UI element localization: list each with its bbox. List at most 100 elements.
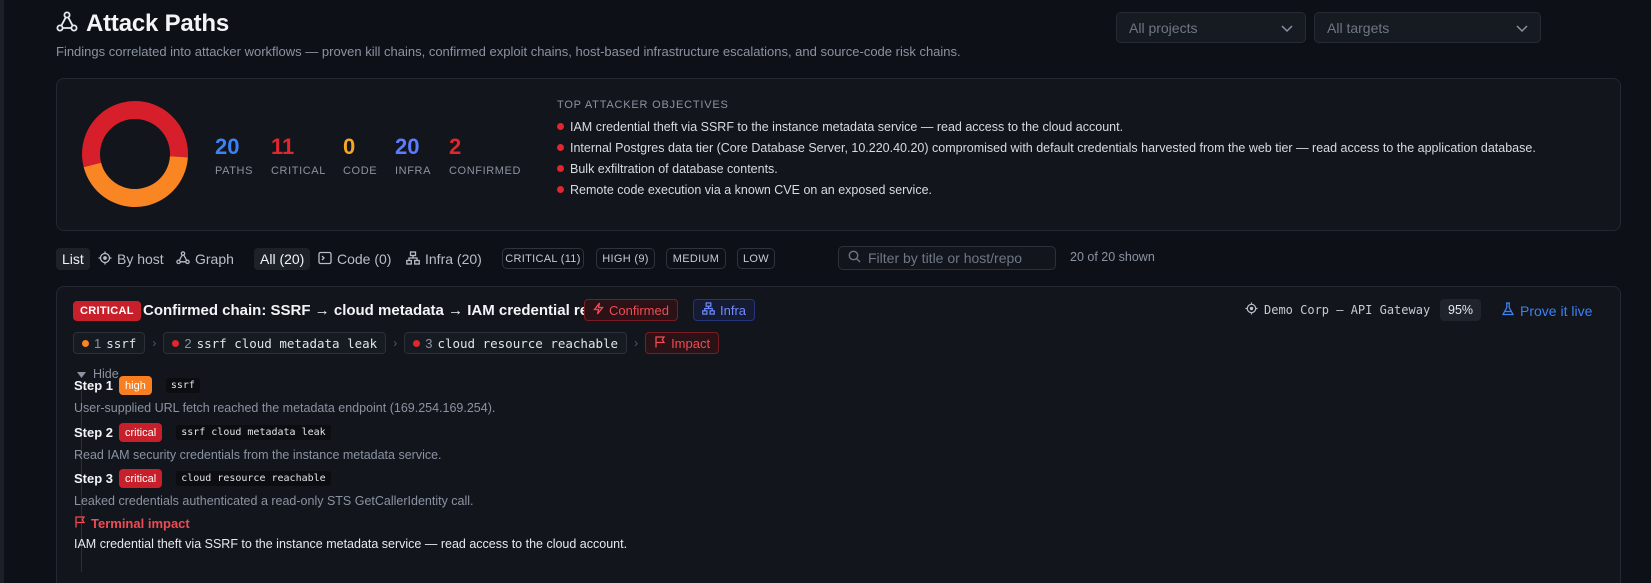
bullet-dot-icon: [557, 186, 564, 193]
scope-tab-code[interactable]: Code (0): [318, 248, 391, 270]
category-label: Infra: [720, 302, 747, 318]
donut-segment-high: [83, 156, 188, 208]
page-subtitle: Findings correlated into attacker workfl…: [56, 44, 961, 59]
finding-code: ssrf: [165, 378, 200, 393]
severity-filter-medium[interactable]: MEDIUM: [666, 248, 726, 269]
terminal-impact-title: Terminal impact: [91, 516, 190, 531]
projects-select-value: All projects: [1129, 19, 1198, 36]
scope-tab-label: Infra (20): [425, 251, 482, 267]
chain-step-chip[interactable]: 1 ssrf: [73, 332, 146, 354]
scope-tab-all[interactable]: All (20): [254, 248, 311, 270]
flag-icon: [74, 516, 86, 531]
network-icon: [702, 302, 715, 318]
chain-step-name: ssrf: [106, 335, 137, 351]
objective-item: Internal Postgres data tier (Core Databa…: [557, 137, 1536, 158]
chain-step-name: ssrf cloud metadata leak: [196, 335, 378, 351]
chain-step-name: cloud resource reachable: [437, 335, 619, 351]
stat-confirmed: 2 CONFIRMED: [449, 134, 522, 178]
severity-dot-icon: [172, 339, 180, 347]
severity-badge: high: [119, 376, 152, 395]
chevron-down-icon: [1516, 20, 1528, 36]
stat-critical: 11 CRITICAL: [271, 134, 326, 178]
target-icon: [1245, 302, 1258, 318]
scope-tab-infra[interactable]: Infra (20): [406, 248, 482, 270]
impact-chip[interactable]: Impact: [645, 332, 720, 354]
terminal-icon: [318, 251, 332, 268]
severity-dot-icon: [82, 339, 89, 347]
severity-badge: CRITICAL: [73, 301, 141, 321]
severity-dot-icon: [413, 339, 421, 347]
terminal-impact: Terminal impact IAM credential theft via…: [74, 516, 627, 551]
step-1: Step 1 high ssrf User-supplied URL fetch…: [74, 376, 495, 415]
chain-step-number: 1: [94, 335, 102, 351]
lightning-icon: [593, 302, 604, 318]
objective-item: Bulk exfiltration of database contents.: [557, 158, 1536, 179]
chain-step-chip[interactable]: 2 ssrf cloud metadata leak: [163, 332, 387, 354]
network-icon: [406, 250, 420, 268]
impact-label: Impact: [671, 335, 711, 351]
target-label: Demo Corp — API Gateway: [1264, 303, 1431, 317]
bullet-dot-icon: [557, 123, 564, 130]
finding-code: ssrf cloud metadata leak: [176, 425, 331, 440]
summary-panel: 20 PATHS 11 CRITICAL 0 CODE 20 INFRA 2 C…: [56, 78, 1621, 231]
chain-step-chip[interactable]: 3 cloud resource reachable: [404, 332, 628, 354]
chain-step-number: 3: [425, 335, 433, 351]
confirmed-tag: Confirmed: [584, 299, 678, 321]
bullet-dot-icon: [557, 165, 564, 172]
stat-code: 0 CODE: [343, 134, 378, 178]
search-icon: [848, 250, 861, 266]
attack-graph-icon: [56, 11, 78, 38]
target-icon: [98, 251, 112, 268]
severity-filter-low[interactable]: LOW: [737, 248, 775, 269]
filter-search[interactable]: Filter by title or host/repo: [838, 246, 1056, 270]
severity-donut-chart: [82, 101, 188, 208]
terminal-impact-description: IAM credential theft via SSRF to the ins…: [74, 537, 628, 551]
projects-select[interactable]: All projects: [1116, 12, 1306, 43]
view-tab-label: List: [62, 251, 84, 267]
step-label: Step 1: [74, 378, 114, 393]
prove-it-live-button[interactable]: Prove it live: [1501, 302, 1592, 319]
step-description: Leaked credentials authenticated a read-…: [74, 494, 474, 508]
view-tab-label: Graph: [195, 251, 234, 267]
step-3: Step 3 critical cloud resource reachable…: [74, 469, 474, 508]
step-label: Step 3: [74, 471, 114, 486]
view-tab-by-host[interactable]: By host: [98, 248, 164, 270]
steps-list: Step 1 high ssrf User-supplied URL fetch…: [74, 376, 781, 572]
left-edge-bar: [0, 0, 4, 583]
page-title: Attack Paths: [86, 10, 229, 37]
view-tab-label: By host: [117, 251, 164, 267]
severity-badge: critical: [119, 469, 163, 488]
stat-infra: 20 INFRA: [395, 134, 431, 178]
chevron-right-icon: ›: [152, 336, 157, 350]
top-objectives: TOP ATTACKER OBJECTIVES IAM credential t…: [557, 99, 1536, 200]
flag-icon: [654, 335, 666, 351]
step-2: Step 2 critical ssrf cloud metadata leak…: [74, 423, 442, 462]
flask-icon: [1501, 302, 1515, 319]
view-tab-list[interactable]: List: [56, 248, 90, 270]
severity-filter-critical[interactable]: CRITICAL (11): [502, 248, 584, 269]
kill-chain: 1 ssrf › 2 ssrf cloud metadata leak › 3 …: [73, 332, 720, 354]
target-host: Demo Corp — API Gateway: [1245, 302, 1430, 318]
scope-tab-label: Code (0): [337, 251, 392, 267]
objectives-title: TOP ATTACKER OBJECTIVES: [557, 99, 729, 111]
step-description: User-supplied URL fetch reached the meta…: [74, 401, 496, 415]
confirmed-label: Confirmed: [609, 302, 669, 318]
severity-filter-high[interactable]: HIGH (9): [596, 248, 655, 269]
chevron-down-icon: [1281, 20, 1293, 36]
results-count: 20 of 20 shown: [1070, 250, 1155, 264]
targets-select[interactable]: All targets: [1314, 12, 1541, 43]
chevron-right-icon: ›: [393, 336, 398, 350]
category-tag: Infra: [693, 299, 756, 321]
step-label: Step 2: [74, 425, 114, 440]
bullet-dot-icon: [557, 144, 564, 151]
view-tab-graph[interactable]: Graph: [176, 248, 234, 270]
attack-path-card[interactable]: CRITICAL Confirmed chain: SSRF → cloud m…: [56, 286, 1621, 583]
search-placeholder: Filter by title or host/repo: [868, 250, 1023, 266]
targets-select-value: All targets: [1327, 19, 1390, 36]
scope-tab-label: All (20): [260, 251, 305, 267]
objective-item: Remote code execution via a known CVE on…: [557, 179, 1536, 200]
confidence-badge: 95%: [1440, 299, 1482, 321]
finding-code: cloud resource reachable: [176, 471, 331, 486]
list-toolbar: List By host Graph All (20) Code (0) Inf…: [56, 246, 1156, 272]
attack-path-title[interactable]: Confirmed chain: SSRF → cloud metadata →…: [143, 301, 606, 321]
